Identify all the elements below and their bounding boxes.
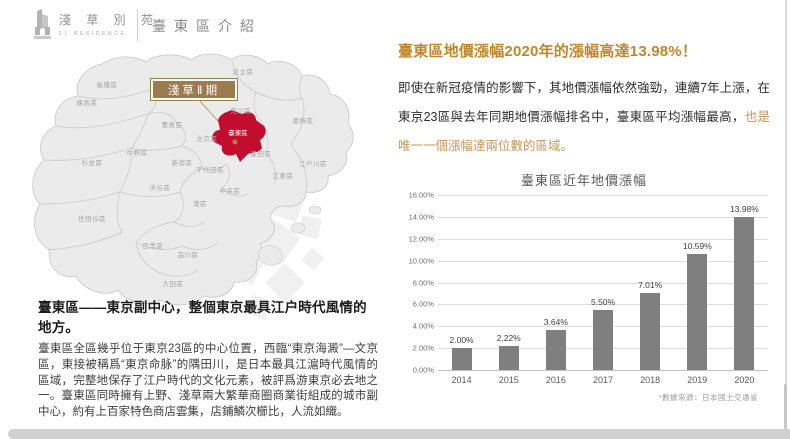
chart-xtick-label: 2018 [627, 375, 674, 385]
district-label: 葛飾區 [293, 115, 314, 125]
district-label: 千代田區 [196, 164, 224, 174]
chart-gridline [438, 370, 768, 371]
taito-ward-label: 臺東區 [228, 127, 248, 137]
district-label: 文京區 [197, 133, 218, 143]
district-label: 杉並區 [82, 157, 103, 167]
chart-ytick-label: 6.00% [398, 300, 434, 309]
chart-gridline [438, 239, 768, 240]
district-label: 中野區 [127, 147, 148, 157]
building-logo-icon [33, 8, 52, 40]
chart-bar [734, 217, 754, 370]
right-column: 臺東區地價漲幅2020年的漲幅高達13.98%！ 即使在新冠疫情的影響下，其地價… [398, 40, 770, 161]
district-label: 江户川區 [299, 158, 327, 168]
land-price-chart: 臺東區近年地價漲幅 16.00% 14.00% 12.00% 10.00% 8.00% 6… [398, 168, 770, 413]
brand-title: 淺 草 別 苑 [59, 11, 159, 28]
district-label: 豊島區 [162, 119, 183, 129]
left-article-heading: 臺東區——東京副中心，整個東京最具江户時代風情的地方。 [38, 296, 378, 336]
district-label: 中央區 [220, 185, 241, 195]
chart-bar [452, 348, 472, 370]
chart-bar-value: 2.22% [479, 333, 539, 343]
project-label: 淺草Ⅱ期 [153, 81, 235, 98]
tokyo-ward-map: 板橋區練馬區 足立區葛飾區 荒川區豊島區文京區新宿區 中野區杉並區千代田區渋谷區 中央區… [10, 52, 380, 312]
district-label: 江東區 [273, 170, 294, 180]
brand-text: 淺 草 別 苑 FL RESIDENCE [59, 11, 159, 37]
left-article-body: 臺東區全區幾乎位于東京23區的中心位置，西臨“東京海澱”—文京區，東接被稱爲“東… [38, 342, 378, 421]
chart-ytick-label: 12.00% [398, 234, 434, 243]
chart-ytick-label: 10.00% [398, 256, 434, 265]
brand-logo: 淺 草 別 苑 FL RESIDENCE [33, 8, 159, 40]
brand-subtitle: FL RESIDENCE [59, 31, 159, 37]
chart-ytick-label: 8.00% [398, 278, 434, 287]
district-label: 足立區 [233, 66, 254, 76]
chart-bar-value: 3.64% [526, 317, 586, 327]
chart-bar-value: 7.01% [620, 280, 680, 290]
header-divider [137, 9, 138, 41]
chart-xtick-label: 2016 [532, 375, 579, 385]
vertical-scrollbar-track[interactable] [785, 0, 787, 429]
right-body: 即使在新冠疫情的影響下，其地價漲幅依然強勁，連續7年上漲，在東京23區與去年同期… [398, 74, 770, 161]
district-label: 荒川區 [231, 105, 252, 115]
vertical-scrollbar-thumb[interactable] [784, 384, 787, 429]
chart-gridline [438, 195, 768, 196]
district-label: 世田谷區 [78, 213, 106, 223]
chart-xtick-label: 2020 [721, 375, 768, 385]
district-label: 品川區 [178, 249, 199, 259]
chart-bar [546, 330, 566, 370]
chart-ytick-label: 16.00% [398, 191, 434, 200]
chart-gridline [438, 283, 768, 284]
chart-gridline [438, 217, 768, 218]
chart-ytick-label: 4.00% [398, 322, 434, 331]
district-label: 渋谷區 [150, 182, 171, 192]
chart-bar [687, 254, 707, 370]
chart-xtick-label: 2017 [579, 375, 626, 385]
district-label: 新宿區 [172, 157, 193, 167]
chart-bar [593, 310, 613, 370]
chart-xtick-label: 2015 [485, 375, 532, 385]
district-label: 板橋區 [97, 79, 118, 89]
chart-ytick-label: 14.00% [398, 212, 434, 221]
horizontal-scrollbar[interactable] [8, 429, 790, 439]
right-heading: 臺東區地價漲幅2020年的漲幅高達13.98%！ [398, 40, 770, 61]
slide-page: 淺 草 別 苑 FL RESIDENCE 臺東區介紹 [0, 0, 790, 439]
chart-bar-value: 10.59% [667, 241, 727, 251]
district-label: 大田區 [163, 278, 184, 288]
chart-bar-value: 13.98% [714, 204, 774, 214]
project-label-box: 淺草Ⅱ期 [150, 78, 238, 101]
district-label: 港區 [193, 198, 207, 208]
chart-bar-value: 5.50% [573, 297, 633, 307]
chart-bar [640, 293, 660, 370]
district-label: 練馬區 [77, 97, 98, 107]
chart-footnote: *數據來源：日本國土交通省 [659, 392, 758, 403]
chart-bar [499, 346, 519, 370]
left-article: 臺東區——東京副中心，整個東京最具江户時代風情的地方。 臺東區全區幾乎位于東京2… [38, 296, 378, 421]
project-location-dot [233, 140, 238, 145]
chart-title: 臺東區近年地價漲幅 [398, 170, 770, 189]
chart-xtick-label: 2019 [674, 375, 721, 385]
chart-xtick-label: 2014 [438, 375, 485, 385]
district-label: 目黑區 [143, 240, 164, 250]
chart-gridline [438, 261, 768, 262]
page-title: 臺東區介紹 [152, 16, 262, 36]
chart-ytick-label: 0.00% [398, 366, 434, 375]
right-body-normal: 即使在新冠疫情的影響下，其地價漲幅依然強勁，連續7年上漲，在東京23區與去年同期… [398, 81, 770, 124]
chart-ytick-label: 2.00% [398, 344, 434, 353]
district-label: 墨田區 [251, 148, 272, 158]
